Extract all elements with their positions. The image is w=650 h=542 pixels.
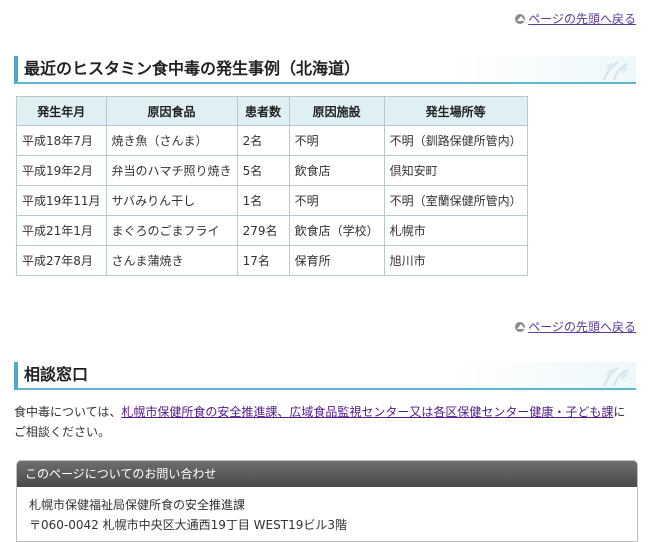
table-cell: 飲食店（学校） bbox=[288, 215, 385, 246]
section-heading-consultation: 相談窓口 bbox=[14, 362, 636, 390]
up-arrow-icon bbox=[515, 321, 526, 332]
table-cell: 不明 bbox=[288, 125, 385, 156]
leaf-decoration-icon bbox=[603, 61, 629, 81]
column-header: 発生年月 bbox=[16, 96, 107, 126]
table-cell: まぐろのごまフライ bbox=[105, 215, 238, 246]
leaf-decoration-icon bbox=[603, 367, 629, 387]
consultation-link[interactable]: 札幌市保健所食の安全推進課、広域食品監視センター又は各区保健センター健康・子ども… bbox=[121, 405, 613, 419]
table-cell: 倶知安町 bbox=[383, 155, 528, 186]
contact-body: 札幌市保健福祉局保健所食の安全推進課 〒060-0042 札幌市中央区大通西19… bbox=[17, 487, 637, 541]
table-cell: さんま蒲焼き bbox=[105, 245, 238, 276]
consult-text-before: 食中毒については、 bbox=[14, 405, 122, 419]
column-header: 発生場所等 bbox=[383, 96, 528, 126]
section-heading-histamine: 最近のヒスタミン食中毒の発生事例（北海道） bbox=[14, 56, 636, 84]
table-cell: 焼き魚（さんま） bbox=[105, 125, 238, 156]
section-title-histamine: 最近のヒスタミン食中毒の発生事例（北海道） bbox=[24, 59, 361, 78]
back-to-top-2: ページの先頭へ戻る bbox=[515, 318, 636, 335]
back-to-top-1: ページの先頭へ戻る bbox=[515, 10, 636, 27]
up-arrow-icon bbox=[515, 13, 526, 24]
column-header: 原因施設 bbox=[288, 96, 385, 126]
histamine-cases-table: 発生年月 原因食品 患者数 原因施設 発生場所等 平成18年7月 焼き魚（さんま… bbox=[16, 96, 528, 276]
table-row: 平成21年1月 まぐろのごまフライ 279名 飲食店（学校） 札幌市 bbox=[16, 215, 528, 246]
back-to-top-link-2[interactable]: ページの先頭へ戻る bbox=[528, 318, 636, 335]
table-cell: 1名 bbox=[236, 185, 290, 216]
table-cell: 279名 bbox=[236, 215, 290, 246]
section-title-consultation: 相談窓口 bbox=[24, 365, 89, 384]
column-header: 患者数 bbox=[236, 96, 290, 126]
table-header-row: 発生年月 原因食品 患者数 原因施設 発生場所等 bbox=[16, 96, 528, 126]
table-cell: 17名 bbox=[236, 245, 290, 276]
table-row: 平成19年11月 サバみりん干し 1名 不明 不明（室蘭保健所管内） bbox=[16, 185, 528, 216]
table-cell: 平成27年8月 bbox=[16, 245, 107, 276]
table-cell: 旭川市 bbox=[383, 245, 528, 276]
table-cell: 2名 bbox=[236, 125, 290, 156]
table-row: 平成27年8月 さんま蒲焼き 17名 保育所 旭川市 bbox=[16, 245, 528, 276]
table-cell: 平成19年2月 bbox=[16, 155, 107, 186]
table-cell: 札幌市 bbox=[383, 215, 528, 246]
table-cell: 保育所 bbox=[288, 245, 385, 276]
table-cell: 不明（釧路保健所管内） bbox=[383, 125, 528, 156]
contact-address: 〒060-0042 札幌市中央区大通西19丁目 WEST19ビル3階 bbox=[29, 518, 347, 532]
table-cell: 平成21年1月 bbox=[16, 215, 107, 246]
table-cell: 弁当のハマチ照り焼き bbox=[105, 155, 238, 186]
table-cell: 5名 bbox=[236, 155, 290, 186]
table-cell: 飲食店 bbox=[288, 155, 385, 186]
table-cell: 平成18年7月 bbox=[16, 125, 107, 156]
table-cell: 不明（室蘭保健所管内） bbox=[383, 185, 528, 216]
back-to-top-link-1[interactable]: ページの先頭へ戻る bbox=[528, 10, 636, 27]
consultation-text: 食中毒については、札幌市保健所食の安全推進課、広域食品監視センター又は各区保健セ… bbox=[14, 402, 634, 442]
contact-box: このページについてのお問い合わせ 札幌市保健福祉局保健所食の安全推進課 〒060… bbox=[16, 460, 638, 542]
column-header: 原因食品 bbox=[105, 96, 238, 126]
table-row: 平成19年2月 弁当のハマチ照り焼き 5名 飲食店 倶知安町 bbox=[16, 155, 528, 186]
table-row: 平成18年7月 焼き魚（さんま） 2名 不明 不明（釧路保健所管内） bbox=[16, 125, 528, 156]
table-cell: サバみりん干し bbox=[105, 185, 238, 216]
table-cell: 不明 bbox=[288, 185, 385, 216]
table-cell: 平成19年11月 bbox=[16, 185, 107, 216]
contact-org: 札幌市保健福祉局保健所食の安全推進課 bbox=[29, 498, 246, 512]
contact-header: このページについてのお問い合わせ bbox=[17, 461, 637, 487]
